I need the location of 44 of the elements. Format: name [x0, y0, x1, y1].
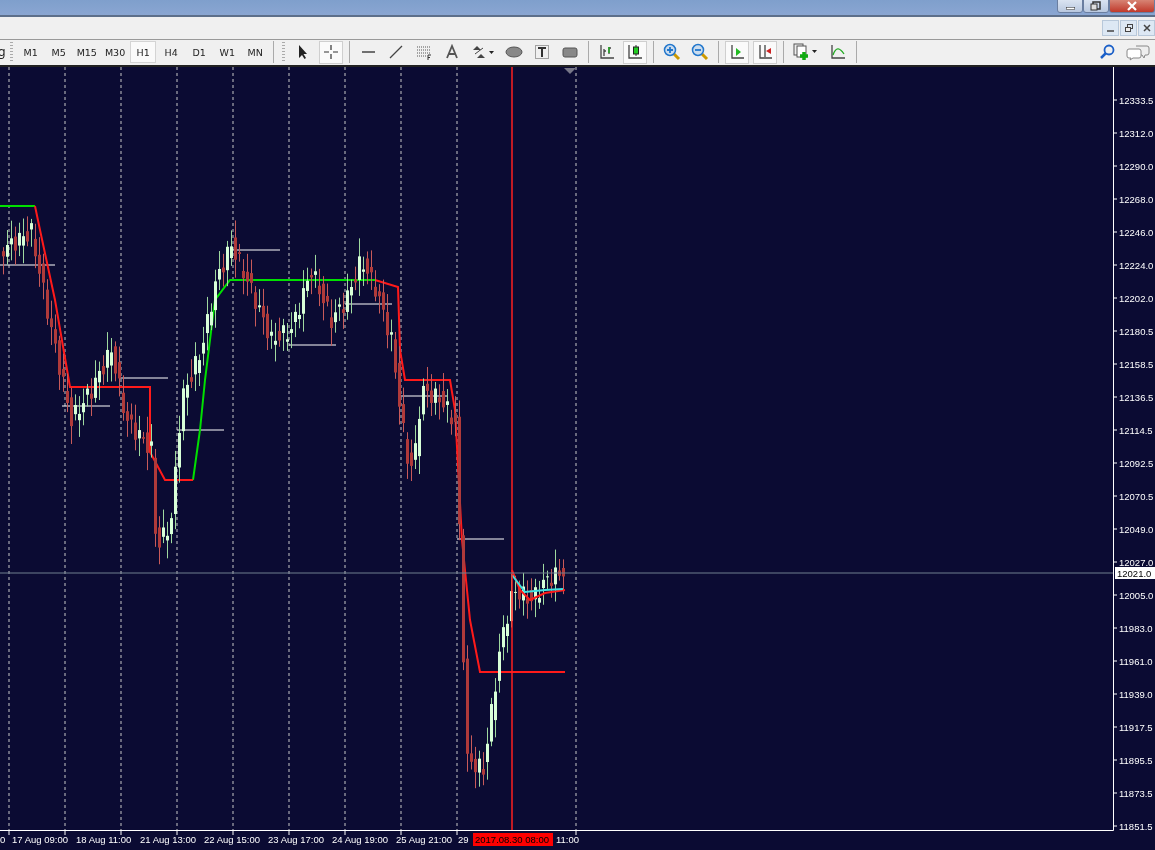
- price-axis-label: 12290.0: [1119, 161, 1154, 172]
- time-axis-label: 18 Aug 11:00: [76, 834, 132, 845]
- price-axis-label: 12312.0: [1119, 128, 1154, 139]
- price-axis-label: 11983.0: [1119, 623, 1153, 634]
- price-axis-label: 12114.5: [1119, 425, 1153, 436]
- time-axis-marker: 2017.08.30 08:00: [473, 833, 553, 846]
- price-axis-label: 11939.0: [1119, 689, 1153, 700]
- price-axis-label: 12180.5: [1119, 326, 1154, 337]
- timeframe-button[interactable]: W1: [214, 41, 241, 64]
- price-axis-label: 12027.0: [1119, 557, 1154, 568]
- price-axis-label: 12005.0: [1119, 590, 1154, 601]
- price-axis-label: 12092.5: [1119, 458, 1154, 469]
- timeframe-button[interactable]: MN: [242, 41, 269, 64]
- price-axis-label: 11961.0: [1119, 656, 1153, 667]
- timeframe-button[interactable]: M30: [101, 41, 129, 64]
- price-axis-label: 12268.0: [1119, 194, 1154, 205]
- price-axis-label: 12333.5: [1119, 95, 1154, 106]
- price-axis-label: 12246.0: [1119, 227, 1154, 238]
- price-axis-label: 12049.0: [1119, 524, 1154, 535]
- time-axis-label: 25 Aug 21:00: [396, 834, 452, 845]
- price-axis-label: 12158.5: [1119, 359, 1154, 370]
- timeframe-button[interactable]: H4: [158, 41, 185, 64]
- price-axis-label: 12202.0: [1119, 293, 1154, 304]
- time-axis-label: 22 Aug 15:00: [204, 834, 260, 845]
- price-axis-label: 12224.0: [1119, 260, 1154, 271]
- timeframe-button[interactable]: H1: [130, 41, 157, 64]
- timeframe-button[interactable]: M1: [17, 41, 44, 64]
- price-axis-label: 11851.5: [1119, 821, 1153, 832]
- timeframe-button[interactable]: D1: [186, 41, 213, 64]
- time-axis-label: 0: [0, 834, 6, 845]
- price-axis-label: 11873.5: [1119, 788, 1153, 799]
- price-axis-label: 12070.5: [1119, 491, 1154, 502]
- time-axis-label: 11:00: [556, 834, 580, 845]
- time-axis-label: 17 Aug 09:00: [12, 834, 68, 845]
- price-axis-label: 11917.5: [1119, 722, 1153, 733]
- time-axis-label: 23 Aug 17:00: [268, 834, 324, 845]
- current-price-label: 12021.0: [1115, 567, 1155, 579]
- price-axis-label: 12136.5: [1119, 392, 1154, 403]
- time-axis-label: 29: [458, 834, 469, 845]
- timeframe-button[interactable]: M5: [45, 41, 72, 64]
- price-axis-label: 11895.5: [1119, 755, 1153, 766]
- time-axis-label: 21 Aug 13:00: [140, 834, 196, 845]
- time-axis-label: 24 Aug 19:00: [332, 834, 388, 845]
- timeframe-button[interactable]: M15: [73, 41, 100, 64]
